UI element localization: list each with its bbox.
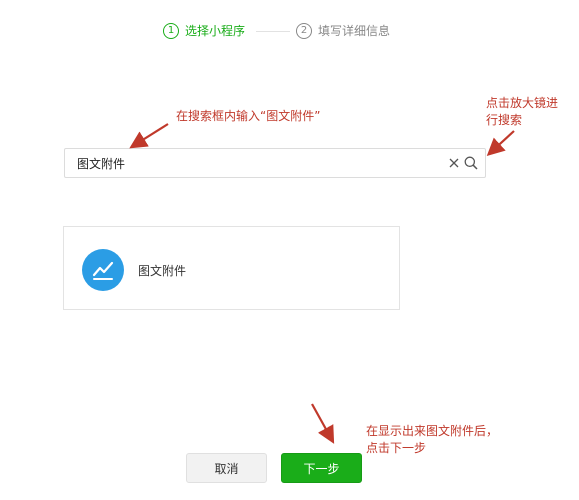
annotation-next-line2: 点击下一步 bbox=[366, 441, 427, 455]
step-number-1: 1 bbox=[163, 22, 179, 39]
app-avatar bbox=[82, 249, 124, 291]
search-result-item[interactable]: 图文附件 bbox=[63, 226, 400, 310]
arrow-to-magnifier bbox=[486, 130, 515, 156]
annotation-magnifier-line2: 行搜索 bbox=[486, 113, 523, 127]
search-input[interactable]: 图文附件 bbox=[64, 148, 486, 178]
clear-icon[interactable] bbox=[447, 156, 461, 170]
step-select-miniprogram: 1 选择小程序 bbox=[163, 22, 245, 39]
annotation-next-hint: 在显示出来图文附件后， 点击下一步 bbox=[366, 423, 498, 457]
annotation-search-hint: 在搜索框内输入“图文附件” bbox=[176, 109, 321, 123]
cancel-button[interactable]: 取消 bbox=[186, 453, 267, 483]
search-icon[interactable] bbox=[463, 155, 479, 171]
pen-check-icon bbox=[92, 261, 114, 280]
step-label-1: 选择小程序 bbox=[185, 24, 246, 38]
annotation-magnifier-line1: 点击放大镜进 bbox=[486, 96, 559, 110]
arrow-to-search bbox=[129, 123, 169, 149]
next-button[interactable]: 下一步 bbox=[281, 453, 362, 483]
step-number-2: 2 bbox=[296, 22, 312, 39]
annotation-magnifier-hint: 点击放大镜进 行搜索 bbox=[486, 95, 558, 129]
step-divider bbox=[256, 31, 290, 32]
search-input-value: 图文附件 bbox=[77, 157, 126, 171]
app-name: 图文附件 bbox=[138, 264, 187, 278]
step-fill-details: 2 填写详细信息 bbox=[296, 22, 390, 39]
annotation-next-line1: 在显示出来图文附件后， bbox=[366, 424, 499, 438]
step-label-2: 填写详细信息 bbox=[318, 24, 391, 38]
arrow-to-next bbox=[311, 403, 335, 444]
